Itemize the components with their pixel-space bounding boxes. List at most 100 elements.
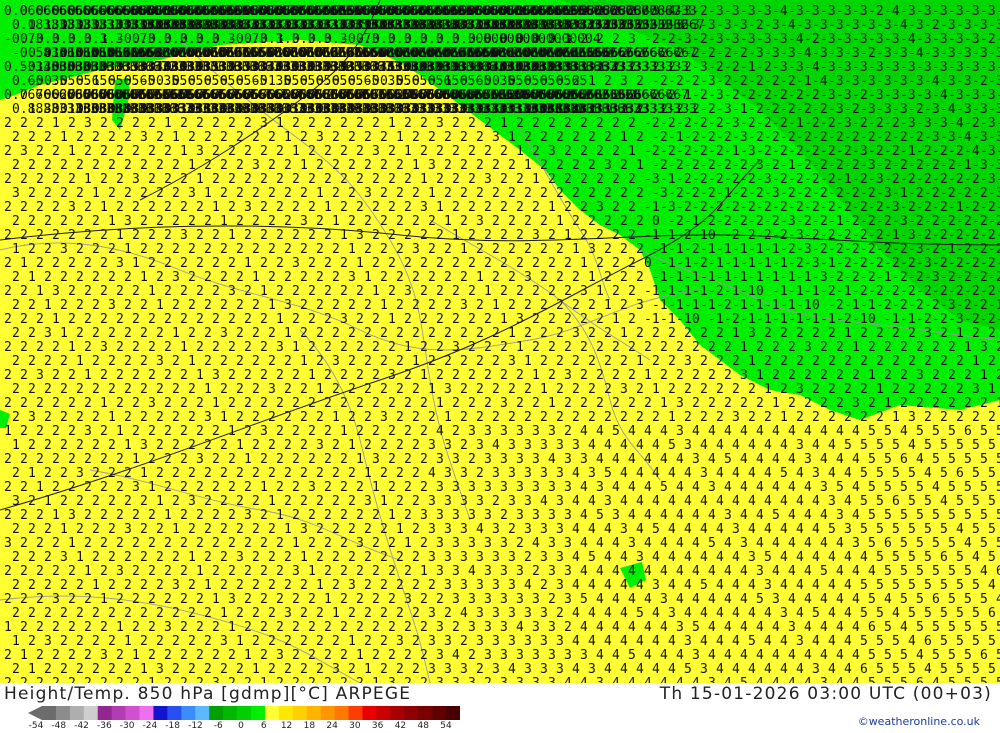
temperature-value: 2 xyxy=(964,368,972,383)
temperature-value: -2 xyxy=(668,214,684,229)
temperature-value: 2 xyxy=(380,550,388,565)
temperature-value: 3 xyxy=(220,634,228,649)
temperature-value: 2 xyxy=(540,298,548,313)
temperature-value: 2 xyxy=(388,144,396,159)
temperature-value: 4 xyxy=(676,452,684,467)
temperature-value: 2 xyxy=(612,172,620,187)
temperature-value: 2 xyxy=(204,158,212,173)
temperature-value: 3 xyxy=(404,284,412,299)
temperature-value: -3 xyxy=(932,4,948,19)
temperature-value: 3 xyxy=(484,508,492,523)
temperature-value: 2 xyxy=(252,326,260,341)
temperature-value: 4 xyxy=(788,452,796,467)
temperature-value: 4 xyxy=(788,648,796,663)
temperature-value: -2 xyxy=(684,102,700,117)
temperature-map[interactable]: 0.06666666666666667 0.06666666666666667 0.… xyxy=(0,0,1000,683)
temperature-value: 2 xyxy=(388,340,396,355)
temperature-value: -3 xyxy=(988,158,1000,173)
temperature-value: 2 xyxy=(476,130,484,145)
temperature-value: 2 xyxy=(236,578,244,593)
temperature-value: 2 xyxy=(356,172,364,187)
temperature-value: 2 xyxy=(324,396,332,411)
credit-link[interactable]: ©weatheronline.co.uk xyxy=(858,715,980,728)
temperature-value: 4 xyxy=(660,648,668,663)
temperature-value: 2 xyxy=(924,382,932,397)
temperature-value: 2 xyxy=(172,186,180,201)
temperature-value: 5 xyxy=(980,620,988,635)
temperature-value: 3 xyxy=(500,536,508,551)
temperature-value: 2 xyxy=(532,284,540,299)
temperature-value: 2 xyxy=(196,200,204,215)
temperature-value: 3 xyxy=(388,368,396,383)
temperature-value: 2 xyxy=(84,536,92,551)
temperature-value: 4 xyxy=(844,494,852,509)
temperature-value: 4 xyxy=(596,424,604,439)
temperature-value: 2 xyxy=(700,382,708,397)
temperature-value: 4 xyxy=(508,662,516,677)
temperature-value: 5 xyxy=(868,452,876,467)
temperature-value: 2 xyxy=(556,130,564,145)
temperature-value: 2 xyxy=(580,396,588,411)
temperature-value: -3 xyxy=(668,18,684,33)
temperature-value: 5 xyxy=(668,438,676,453)
temperature-value: 3 xyxy=(452,592,460,607)
temperature-value: 2 xyxy=(308,200,316,215)
temperature-value: 2 xyxy=(84,648,92,663)
temperature-value: -2 xyxy=(972,74,988,89)
temperature-value: 4 xyxy=(572,550,580,565)
temperature-value: -2 xyxy=(828,186,844,201)
temperature-value: 2 xyxy=(372,312,380,327)
temperature-value: 4 xyxy=(756,480,764,495)
temperature-value: -1 xyxy=(700,298,716,313)
temperature-value: 4 xyxy=(732,634,740,649)
temperature-value: 2 xyxy=(556,326,564,341)
temperature-value: 2 xyxy=(228,116,236,131)
temperature-value: 2 xyxy=(628,60,636,75)
temperature-value: 5 xyxy=(596,508,604,523)
temperature-value: 2 xyxy=(628,4,636,19)
temperature-value: 2 xyxy=(20,424,28,439)
temperature-value: 2 xyxy=(652,326,660,341)
temperature-value: 4 xyxy=(652,550,660,565)
temperature-value: -4 xyxy=(956,130,972,145)
temperature-value: 2 xyxy=(420,284,428,299)
temperature-value: 1 xyxy=(108,410,116,425)
temperature-value: 1 xyxy=(188,550,196,565)
temperature-value: 2 xyxy=(492,354,500,369)
temperature-value: 5 xyxy=(892,550,900,565)
temperature-value: 6 xyxy=(868,620,876,635)
temperature-value: -2 xyxy=(828,158,844,173)
temperature-value: 2 xyxy=(276,480,284,495)
temperature-value: 2 xyxy=(244,284,252,299)
temperature-value: 2 xyxy=(308,452,316,467)
temperature-value: 4 xyxy=(596,648,604,663)
temperature-value: 2 xyxy=(252,522,260,537)
temperature-value: 2 xyxy=(692,396,700,411)
temperature-value: 2 xyxy=(228,312,236,327)
temperature-value: -2 xyxy=(748,214,764,229)
temperature-value: -2 xyxy=(748,74,764,89)
temperature-value: 2 xyxy=(60,606,68,621)
temperature-value: 5 xyxy=(972,522,980,537)
temperature-value: 5 xyxy=(604,466,612,481)
temperature-value: 2 xyxy=(908,326,916,341)
temperature-value: 4 xyxy=(932,480,940,495)
temperature-value: 2 xyxy=(156,214,164,229)
temperature-value: 4 xyxy=(804,480,812,495)
temperature-value: 1 xyxy=(228,424,236,439)
temperature-value: 1 xyxy=(60,326,68,341)
temperature-value: 3 xyxy=(572,438,580,453)
temperature-value: 4 xyxy=(596,620,604,635)
temperature-value: 2 xyxy=(476,158,484,173)
temperature-value: -1 xyxy=(892,186,908,201)
legend-arrow-left xyxy=(28,706,42,720)
temperature-value: 2 xyxy=(492,494,500,509)
temperature-value: -2 xyxy=(836,312,852,327)
temperature-value: -3 xyxy=(772,32,788,47)
temperature-value: 4 xyxy=(796,662,804,677)
temperature-value: 2 xyxy=(188,522,196,537)
temperature-value: -2 xyxy=(932,144,948,159)
temperature-value: 4 xyxy=(644,676,652,683)
temperature-value: 2 xyxy=(236,270,244,285)
temperature-value: 4 xyxy=(660,424,668,439)
